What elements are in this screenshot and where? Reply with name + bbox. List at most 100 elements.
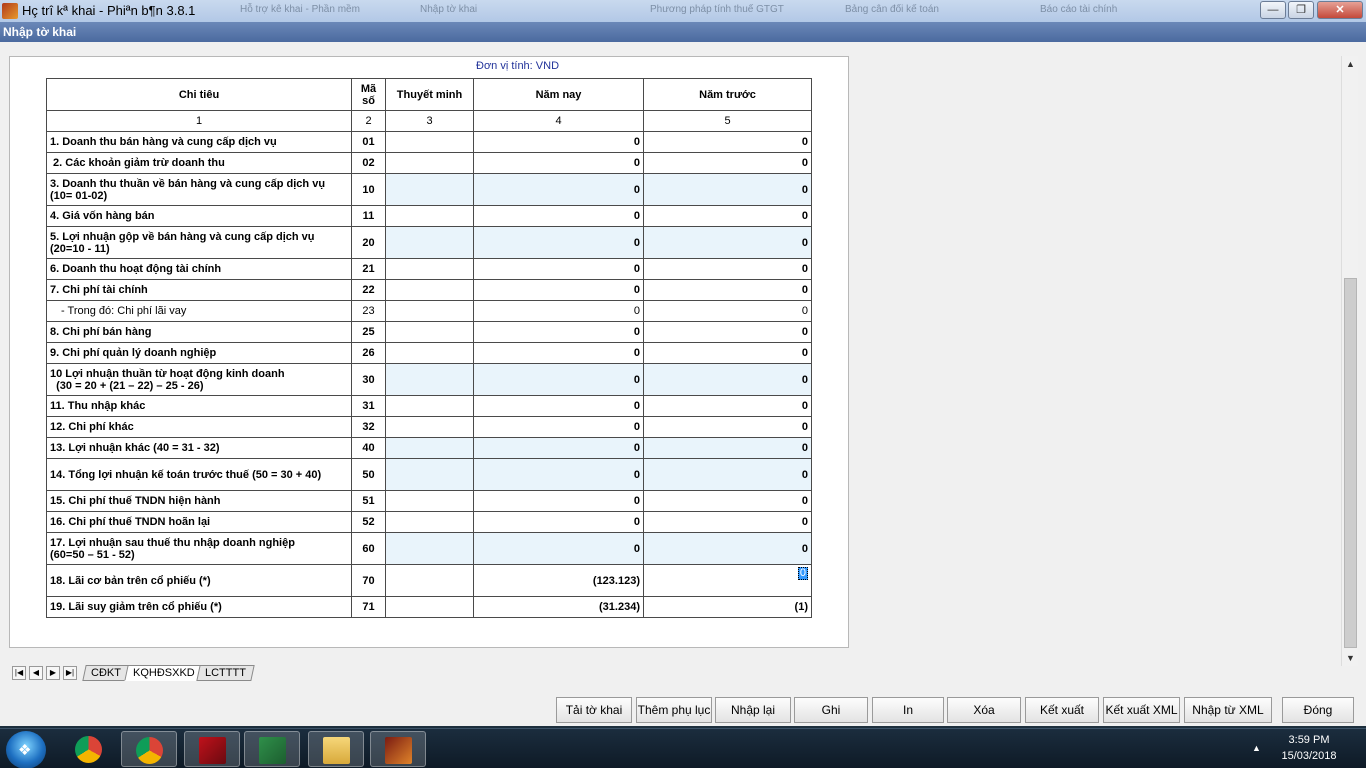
current-year-cell[interactable]: 0 xyxy=(473,342,644,364)
export-xml-button[interactable]: Kết xuất XML xyxy=(1103,697,1180,723)
previous-year-cell[interactable]: 0 xyxy=(643,490,812,512)
tab-cdkt[interactable]: CĐKT xyxy=(82,665,130,681)
taskbar-explorer[interactable] xyxy=(308,731,364,767)
row-label: 11. Thu nhập khác xyxy=(46,395,352,417)
current-year-cell[interactable]: 0 xyxy=(473,416,644,438)
reset-button[interactable]: Nhập lại xyxy=(715,697,791,723)
previous-year-cell[interactable]: (1) xyxy=(643,596,812,618)
current-year-cell[interactable]: 0 xyxy=(473,152,644,174)
note-cell[interactable] xyxy=(385,490,474,512)
tab-lctttt[interactable]: LCTTTT xyxy=(196,665,255,681)
system-clock[interactable]: 3:59 PM 15/03/2018 xyxy=(1264,732,1354,764)
note-cell[interactable] xyxy=(385,596,474,618)
vertical-scrollbar[interactable]: ▲ ▼ xyxy=(1341,56,1358,666)
table-row: - Trong đó: Chi phí lãi vay 23 0 0 xyxy=(46,300,812,322)
taskbar-chrome-1[interactable] xyxy=(61,731,117,767)
note-cell[interactable] xyxy=(385,300,474,322)
row-label: 17. Lợi nhuận sau thuế thu nhập doanh ng… xyxy=(46,532,352,565)
note-cell[interactable] xyxy=(385,152,474,174)
current-year-cell: 0 xyxy=(473,226,644,259)
table-row: 4. Giá vốn hàng bán 11 0 0 xyxy=(46,205,812,227)
note-cell[interactable] xyxy=(385,511,474,533)
add-appendix-button[interactable]: Thêm phụ lục xyxy=(636,697,712,723)
action-button-bar: Tải tờ khai Thêm phụ lục Nhập lại Ghi In… xyxy=(0,694,1366,726)
row-label: 9. Chi phí quản lý doanh nghiệp xyxy=(46,342,352,364)
import-xml-button[interactable]: Nhập từ XML xyxy=(1184,697,1272,723)
header-chi-tieu: Chi tiêu xyxy=(46,78,352,111)
clock-date: 15/03/2018 xyxy=(1281,750,1337,762)
col-number: 2 xyxy=(351,110,386,132)
previous-year-cell[interactable]: 0 xyxy=(643,205,812,227)
taskbar-chrome-2[interactable] xyxy=(121,731,177,767)
previous-year-cell[interactable]: 0 xyxy=(643,564,812,597)
note-cell[interactable] xyxy=(385,342,474,364)
sheet-tab-bar: |◀ ◀ ▶ ▶| CĐKT KQHĐSXKD LCTTTT xyxy=(10,663,1350,683)
note-cell[interactable] xyxy=(385,564,474,597)
close-form-button[interactable]: Đóng xyxy=(1282,697,1354,723)
note-cell[interactable] xyxy=(385,416,474,438)
clock-time: 3:59 PM xyxy=(1288,734,1330,746)
taskbar-excel[interactable] xyxy=(244,731,300,767)
minimize-button[interactable]: — xyxy=(1260,1,1286,19)
current-year-cell[interactable]: 0 xyxy=(473,205,644,227)
print-button[interactable]: In xyxy=(872,697,944,723)
first-sheet-icon[interactable]: |◀ xyxy=(12,666,26,680)
previous-year-cell[interactable]: 0 xyxy=(643,395,812,417)
note-cell[interactable] xyxy=(385,321,474,343)
load-declaration-button[interactable]: Tải tờ khai xyxy=(556,697,632,723)
previous-year-cell[interactable]: 0 xyxy=(643,416,812,438)
previous-year-cell[interactable]: 0 xyxy=(643,300,812,322)
taskbar-app-3[interactable] xyxy=(184,731,240,767)
previous-year-cell[interactable]: 0 xyxy=(643,152,812,174)
current-year-cell[interactable]: 0 xyxy=(473,490,644,512)
current-year-cell[interactable]: (31.234) xyxy=(473,596,644,618)
ghost-tab-3: Phương pháp tính thuế GTGT xyxy=(650,4,784,15)
close-button[interactable]: ✕ xyxy=(1317,1,1363,19)
current-year-cell[interactable]: 0 xyxy=(473,258,644,280)
row-code: 22 xyxy=(351,279,386,301)
restore-button[interactable]: ❐ xyxy=(1288,1,1314,19)
previous-year-cell[interactable]: 0 xyxy=(643,258,812,280)
last-sheet-icon[interactable]: ▶| xyxy=(63,666,77,680)
current-year-cell[interactable]: 0 xyxy=(473,321,644,343)
export-button[interactable]: Kết xuất xyxy=(1025,697,1099,723)
scroll-up-arrow-icon[interactable]: ▲ xyxy=(1342,56,1359,72)
previous-year-cell[interactable]: 0 xyxy=(643,342,812,364)
delete-button[interactable]: Xóa xyxy=(947,697,1021,723)
row-code: 40 xyxy=(351,437,386,459)
previous-year-cell[interactable]: 0 xyxy=(643,321,812,343)
save-button[interactable]: Ghi xyxy=(794,697,868,723)
current-year-cell[interactable]: 0 xyxy=(473,279,644,301)
previous-year-cell: 0 xyxy=(643,437,812,459)
next-sheet-icon[interactable]: ▶ xyxy=(46,666,60,680)
header-ma-so-line2: số xyxy=(362,94,375,107)
note-cell[interactable] xyxy=(385,395,474,417)
row-label-line2: (60=50 – 51 - 52) xyxy=(50,548,135,561)
note-cell[interactable] xyxy=(385,205,474,227)
table-row: 3. Doanh thu thuần về bán hàng và cung c… xyxy=(46,173,812,206)
previous-year-cell[interactable]: 0 xyxy=(643,131,812,153)
start-button[interactable]: ❖ xyxy=(6,731,46,768)
current-year-cell[interactable]: 0 xyxy=(473,511,644,533)
current-year-cell[interactable]: 0 xyxy=(473,395,644,417)
previous-year-edit-input[interactable]: 0 xyxy=(797,567,808,580)
currency-unit-label: Đơn vị tính: VND xyxy=(476,60,560,72)
note-cell[interactable] xyxy=(385,258,474,280)
current-year-cell[interactable]: 0 xyxy=(473,300,644,322)
scroll-thumb[interactable] xyxy=(1344,278,1357,648)
current-year-cell[interactable]: 0 xyxy=(473,131,644,153)
prev-sheet-icon[interactable]: ◀ xyxy=(29,666,43,680)
tray-expand-icon[interactable]: ▲ xyxy=(1252,743,1261,753)
table-row: 6. Doanh thu hoạt động tài chính 21 0 0 xyxy=(46,258,812,280)
taskbar-htkk[interactable] xyxy=(370,731,426,767)
htkk-app-icon xyxy=(2,3,18,19)
previous-year-cell[interactable]: 0 xyxy=(643,511,812,533)
note-cell[interactable] xyxy=(385,279,474,301)
table-row: 5. Lợi nhuận gộp về bán hàng và cung cấp… xyxy=(46,226,812,259)
current-year-cell[interactable]: (123.123) xyxy=(473,564,644,597)
tab-kqhdsxkd[interactable]: KQHĐSXKD xyxy=(124,665,204,681)
note-cell[interactable] xyxy=(385,131,474,153)
previous-year-cell[interactable]: 0 xyxy=(643,279,812,301)
vietnamese-app-icon xyxy=(199,737,226,764)
excel-icon xyxy=(259,737,286,764)
